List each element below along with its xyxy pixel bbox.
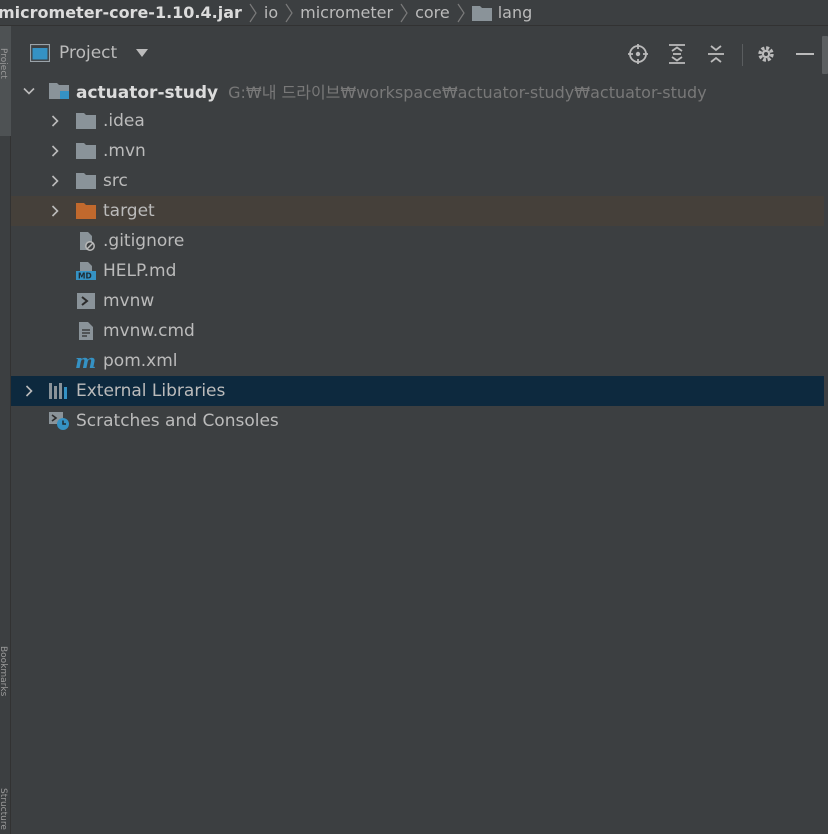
folder-icon: [75, 171, 97, 191]
tree-item-label: .gitignore: [103, 231, 185, 251]
tree-row-src[interactable]: src: [11, 166, 824, 196]
tree-item-label: pom.xml: [103, 351, 178, 371]
breadcrumb-item-lang-label: lang: [497, 3, 533, 22]
tree-row-scratches[interactable]: Scratches and Consoles: [11, 406, 824, 436]
breadcrumb-separator-icon: [282, 2, 296, 24]
tree-row-mvn[interactable]: .mvn: [11, 136, 824, 166]
module-folder-icon: [48, 81, 70, 101]
scratches-icon: [48, 411, 70, 431]
tree-item-label: HELP.md: [103, 261, 177, 281]
breadcrumb-separator-icon: [246, 2, 260, 24]
gear-icon[interactable]: [754, 42, 778, 66]
tree-row-target[interactable]: target: [11, 196, 824, 226]
tool-window-header: Project: [11, 26, 828, 82]
tree-item-label: Scratches and Consoles: [76, 411, 279, 431]
minimize-icon[interactable]: [793, 42, 817, 66]
left-tool-stripe: Project Bookmarks Structure: [0, 26, 11, 834]
svg-text:MD: MD: [78, 272, 92, 281]
bookmarks-stripe-label[interactable]: Bookmarks: [0, 646, 8, 696]
chevron-right-icon[interactable]: [48, 144, 62, 158]
breadcrumb-item-lang[interactable]: lang: [471, 3, 533, 22]
collapse-all-icon[interactable]: [704, 42, 728, 66]
breadcrumb-item-jar[interactable]: micrometer-core-1.10.4.jar: [0, 3, 246, 22]
ignore-file-icon: [75, 231, 97, 251]
text-file-icon: [75, 321, 97, 341]
tree-item-label: .idea: [103, 111, 145, 131]
expand-all-icon[interactable]: [665, 42, 689, 66]
root-module-path: G:₩내 드라이브₩workspace₩actuator-study₩actua…: [228, 83, 707, 102]
toolbar-divider: [742, 44, 743, 66]
navigation-breadcrumb: micrometer-core-1.10.4.jar io micrometer…: [0, 0, 828, 26]
locate-icon[interactable]: [626, 42, 650, 66]
tree-row-external-libraries[interactable]: External Libraries: [11, 376, 824, 406]
chevron-right-icon[interactable]: [48, 174, 62, 188]
tree-item-label: src: [103, 171, 128, 191]
root-module-name: actuator-study: [76, 83, 219, 103]
scrollbar-thumb[interactable]: [822, 36, 828, 74]
markdown-file-icon: MD: [75, 261, 97, 281]
excluded-folder-icon: [75, 201, 97, 221]
tree-row-root[interactable]: actuator-study G:₩내 드라이브₩workspace₩actuat…: [11, 76, 824, 106]
folder-icon: [75, 111, 97, 131]
tree-row-idea[interactable]: .idea: [11, 106, 824, 136]
breadcrumb-item-io[interactable]: io: [260, 3, 282, 22]
chevron-right-icon[interactable]: [22, 384, 36, 398]
breadcrumb-item-micrometer[interactable]: micrometer: [296, 3, 397, 22]
tree-row-pom-xml[interactable]: m pom.xml: [11, 346, 824, 376]
library-icon: [48, 381, 70, 401]
chevron-down-icon[interactable]: [22, 84, 36, 98]
svg-text:m: m: [75, 351, 96, 371]
tree-row-mvnw-cmd[interactable]: mvnw.cmd: [11, 316, 824, 346]
project-tool-window: Project actuator-study G:₩내 드라이브₩workspa…: [11, 26, 828, 834]
breadcrumb-separator-icon: [397, 2, 411, 24]
root-module-label: actuator-study G:₩내 드라이브₩workspace₩actuat…: [76, 79, 707, 103]
shell-script-icon: [75, 291, 97, 311]
maven-icon: m: [75, 351, 97, 371]
tree-item-label: target: [103, 201, 155, 221]
project-stripe-button[interactable]: Project: [0, 26, 11, 136]
tree-item-label: External Libraries: [76, 381, 226, 401]
breadcrumb-item-core[interactable]: core: [411, 3, 454, 22]
tree-item-label: .mvn: [103, 141, 146, 161]
chevron-right-icon[interactable]: [48, 204, 62, 218]
folder-icon: [75, 141, 97, 161]
folder-icon: [471, 5, 492, 21]
project-stripe-label: Project: [0, 48, 8, 79]
chevron-right-icon[interactable]: [48, 114, 62, 128]
tree-row-gitignore[interactable]: .gitignore: [11, 226, 824, 256]
tree-row-help-md[interactable]: MD HELP.md: [11, 256, 824, 286]
structure-stripe-label[interactable]: Structure: [0, 788, 8, 830]
tree-item-label: mvnw: [103, 291, 155, 311]
breadcrumb-separator-icon: [454, 2, 468, 24]
tree-item-label: mvnw.cmd: [103, 321, 195, 341]
tree-row-mvnw[interactable]: mvnw: [11, 286, 824, 316]
